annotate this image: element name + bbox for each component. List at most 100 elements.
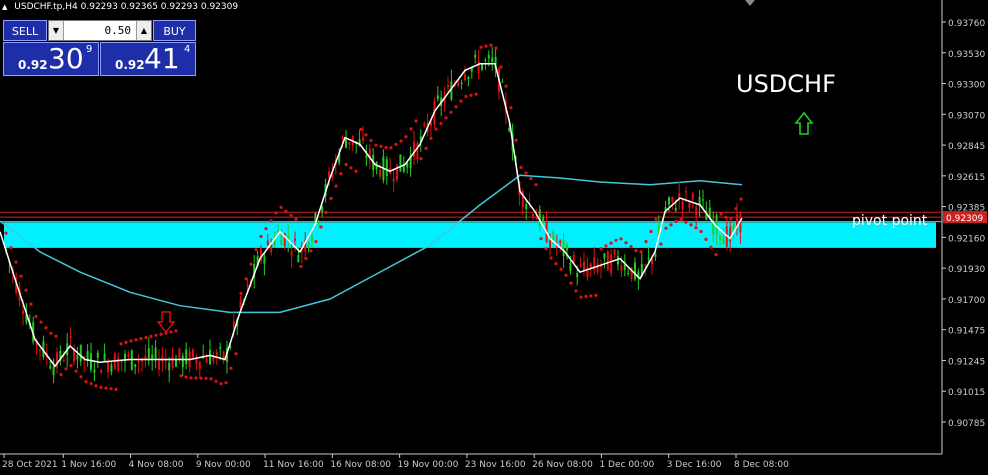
candle-body	[589, 263, 592, 268]
sar-dot	[224, 381, 228, 385]
sar-dot	[569, 281, 573, 285]
candle-body	[69, 336, 72, 338]
candle-body	[674, 207, 677, 211]
buy-price-prefix: 0.92	[115, 58, 145, 72]
time-axis-label: 16 Nov 08:00	[330, 460, 391, 470]
candle-body	[525, 204, 528, 209]
candle-body	[436, 95, 439, 99]
sell-button[interactable]: SELL	[3, 20, 47, 41]
chart-shift-marker-icon[interactable]	[745, 0, 755, 6]
sar-dot	[34, 314, 38, 319]
candle-body	[549, 240, 551, 248]
sar-dot	[449, 110, 453, 114]
buy-price-button[interactable]: 0.92 41 4	[100, 42, 196, 76]
sar-dot	[169, 330, 173, 334]
sar-dot	[589, 294, 593, 298]
candle-body	[266, 240, 269, 246]
sar-dot	[239, 291, 243, 295]
time-axis-label: 9 Nov 00:00	[196, 460, 251, 470]
sar-dot	[474, 92, 478, 96]
fast-moving-average-line	[0, 62, 743, 368]
candle-body	[610, 254, 613, 274]
time-axis-label: 19 Nov 00:00	[398, 460, 459, 470]
candle-body	[178, 348, 181, 360]
candle-body	[627, 273, 630, 274]
sar-dot	[204, 376, 208, 380]
buy-price-pipette: 4	[184, 44, 191, 55]
candle-body	[263, 256, 266, 264]
candle-body	[52, 366, 55, 376]
lot-increase-icon[interactable]: ▲	[136, 21, 151, 40]
candle-body	[198, 361, 201, 369]
sar-dot	[659, 242, 663, 246]
candle-body	[484, 59, 487, 61]
sar-dot	[104, 386, 108, 390]
sar-dot	[84, 380, 88, 384]
sar-dot	[549, 256, 553, 260]
sar-dot	[594, 293, 598, 297]
sar-dot	[639, 250, 643, 254]
sar-dot	[699, 229, 703, 234]
time-axis-label: 28 Oct 2021	[2, 460, 58, 470]
price-axis-label: 0.93070	[948, 111, 985, 121]
candle-body	[685, 191, 687, 193]
candle-body	[117, 357, 120, 371]
sar-dot	[364, 133, 368, 137]
candle-body	[209, 349, 211, 365]
sar-dot	[739, 197, 743, 201]
sar-dot	[654, 217, 658, 221]
lot-size-input[interactable]: 0.50	[65, 21, 135, 40]
price-axis-label: 0.90785	[948, 419, 985, 429]
candle-body	[583, 262, 585, 271]
sar-dot	[464, 94, 468, 98]
sar-dot	[719, 212, 723, 216]
sar-dot	[264, 227, 268, 231]
sar-dot	[564, 273, 568, 277]
candle-body	[39, 349, 41, 351]
lot-size-stepper[interactable]: ▼ 0.50 ▲	[48, 20, 152, 41]
sar-dot	[129, 339, 133, 343]
candle-body	[219, 347, 222, 349]
candle-body	[613, 249, 616, 255]
symbol-info: USDCHF.tp,H4	[14, 2, 78, 12]
sar-dot	[79, 375, 83, 379]
sar-dot	[524, 171, 528, 175]
candle-body	[654, 253, 657, 257]
sar-dot	[189, 376, 193, 380]
collapse-triangle-icon[interactable]: ▲	[2, 3, 7, 11]
candle-body	[681, 200, 684, 210]
candle-body	[168, 362, 171, 371]
candle-body	[205, 358, 208, 363]
sar-dot	[714, 253, 718, 257]
sar-dot	[409, 127, 413, 131]
buy-button[interactable]: BUY	[153, 20, 196, 41]
candle-body	[617, 256, 619, 265]
candle-body	[620, 265, 623, 271]
sar-dot	[374, 143, 378, 147]
sar-dot	[259, 234, 263, 239]
sar-dot	[324, 210, 328, 215]
candle-body	[566, 244, 568, 251]
candle-body	[722, 236, 725, 245]
sar-dot	[634, 249, 638, 253]
up-arrow-icon	[794, 111, 814, 135]
candle-body	[447, 85, 449, 88]
sar-dot	[479, 45, 483, 49]
candle-body	[246, 284, 249, 287]
sar-dot	[519, 165, 523, 169]
price-axis-label: 0.92615	[948, 173, 985, 183]
sell-price-button[interactable]: 0.92 30 9	[3, 42, 99, 76]
candle-body	[474, 54, 477, 58]
lot-decrease-icon[interactable]: ▼	[49, 21, 64, 40]
sar-dot	[624, 241, 628, 245]
sar-dot	[584, 294, 588, 299]
candle-body	[457, 82, 460, 86]
candle-body	[481, 64, 483, 70]
candle-body	[311, 236, 313, 242]
sar-dot	[229, 366, 233, 370]
sar-dot	[9, 246, 13, 250]
candle-body	[542, 217, 545, 223]
sar-dot	[254, 248, 258, 252]
candle-body	[399, 154, 402, 172]
sar-dot	[154, 333, 158, 337]
